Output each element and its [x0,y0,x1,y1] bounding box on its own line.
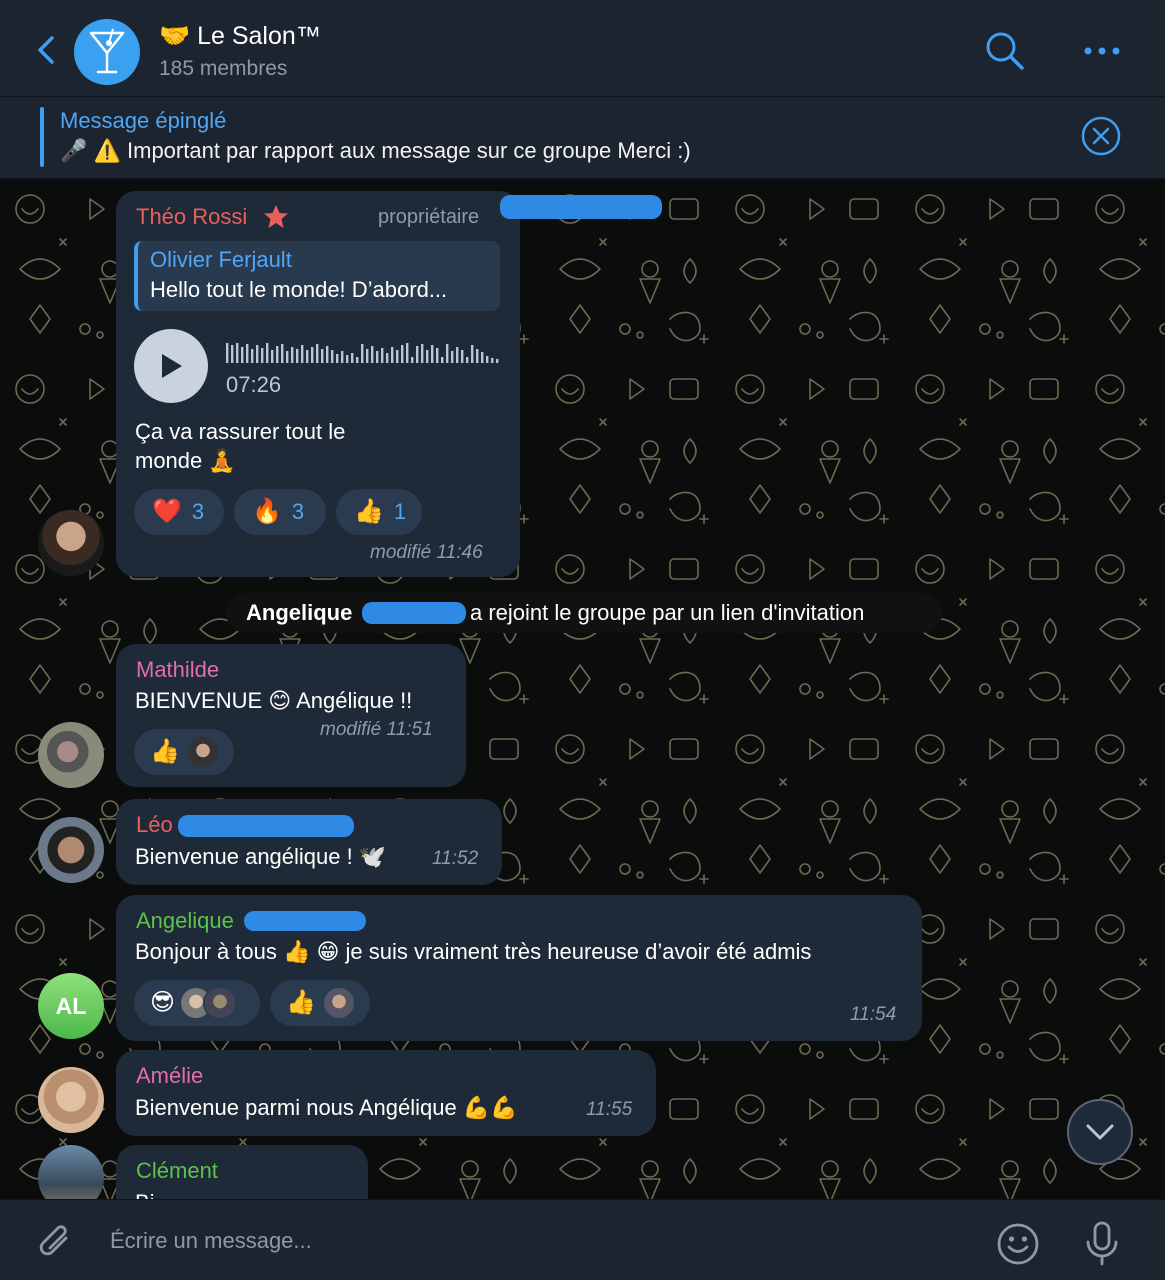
redacted-blur [244,911,366,931]
avatar-mathilde[interactable] [38,722,104,788]
message-text: BIENVENUE 😊 Angélique !! [135,688,413,713]
avatar-angelique[interactable]: AL [38,973,104,1039]
reaction-sunglasses[interactable]: 😎 [134,980,260,1026]
thumbs-up-emoji: 👍 [354,498,384,525]
close-pinned-icon[interactable] [1080,115,1122,157]
microphone-icon[interactable] [1082,1220,1122,1268]
reaction-count: 3 [191,499,205,524]
group-avatar[interactable] [74,19,140,85]
sunglasses-emoji: 😎 [150,989,176,1016]
thumbs-up-emoji: 👍 [150,738,180,765]
scroll-to-bottom-button[interactable] [1067,1099,1133,1165]
reactor-avatar [185,735,220,769]
pinned-message-bar[interactable]: Message épinglé 🎤 ⚠️ Important par rappo… [0,97,1165,179]
pinned-title: Message épinglé [60,108,227,133]
voice-duration: 07:26 [226,372,282,397]
message-bubble-amelie[interactable]: Amélie Bienvenue parmi nous Angélique 💪💪… [116,1050,656,1136]
telegram-app: 🤝 Le Salon™ 185 membres Message épinglé … [0,0,1165,1280]
more-options-icon[interactable] [1080,36,1124,66]
reaction-thumbs-up[interactable]: 👍 [134,729,234,775]
reaction-heart[interactable]: ❤️ 3 [134,489,224,535]
sender-name[interactable]: Angelique [136,908,234,934]
reaction-thumbs-up[interactable]: 👍 1 [336,489,422,535]
reaction-fire[interactable]: 🔥 3 [234,489,326,535]
message-time: modifié 11:46 [370,542,483,563]
reply-preview[interactable]: Olivier Ferjault Hello tout le monde! D’… [134,241,500,311]
thumbs-up-emoji: 👍 [286,989,316,1016]
pinned-accent-bar [40,107,44,167]
redacted-blur [500,195,662,219]
play-icon [162,354,182,378]
redacted-blur [178,815,354,837]
voice-waveform[interactable] [226,341,500,365]
reply-text: Hello tout le monde! D’abord... [150,277,448,302]
message-bubble-angelique[interactable]: Angelique Bonjour à tous 👍 😁 je suis vra… [116,895,922,1041]
star-icon [264,205,288,228]
back-chevron-icon[interactable] [30,30,62,70]
message-text: Bienvenue parmi nous Angélique 💪💪 [135,1095,518,1120]
emoji-smiley-icon[interactable] [996,1222,1040,1266]
message-input[interactable] [100,1216,960,1266]
service-name[interactable]: Angelique [246,600,352,626]
reaction-count: 1 [393,499,407,524]
member-count: 185 membres [159,57,288,80]
heart-emoji: ❤️ [152,498,182,525]
fire-emoji: 🔥 [252,498,282,525]
pinned-text: 🎤 ⚠️ Important par rapport aux message s… [60,138,691,163]
reaction-thumbs-up[interactable]: 👍 [270,980,370,1026]
chevron-down-icon [1086,1124,1114,1140]
sender-name[interactable]: Léo [136,812,173,838]
attach-paperclip-icon[interactable] [36,1222,76,1264]
avatar-amelie[interactable] [38,1067,104,1133]
avatar-initials: AL [55,992,87,1019]
reactor-avatar [321,986,356,1020]
message-time: 11:55 [586,1099,633,1120]
reply-author: Olivier Ferjault [150,247,292,272]
sender-name[interactable]: Mathilde [136,657,219,683]
search-icon[interactable] [984,30,1026,72]
avatar-theo[interactable] [38,510,104,576]
cocktail-glass-icon [89,28,125,74]
sender-name[interactable]: Clément [136,1158,218,1184]
sender-name[interactable]: Amélie [136,1063,203,1089]
chat-header: 🤝 Le Salon™ 185 membres [0,0,1165,97]
message-time: 11:54 [850,1004,897,1025]
message-text: Bi [135,1188,155,1199]
message-time: 11:52 [432,848,479,869]
message-bubble-leo[interactable]: Léo Bienvenue angélique ! 🕊️ 11:52 [116,799,502,885]
avatar-leo[interactable] [38,817,104,883]
reaction-count: 3 [291,499,305,524]
message-list[interactable]: Théo Rossi propriétaire Olivier Ferjault… [0,179,1165,1199]
admin-title: propriétaire [378,206,480,228]
service-text: a rejoint le groupe par un lien d'invita… [470,600,865,625]
sender-name[interactable]: Théo Rossi [136,204,247,230]
reactor-avatar [203,986,238,1020]
message-text-line1: Ça va rassurer tout le [135,419,346,444]
message-text: Bienvenue angélique ! 🕊️ [135,844,387,869]
play-button[interactable] [134,329,208,403]
message-text: Bonjour à tous 👍 😁 je suis vraiment très… [135,939,812,964]
service-message-joined: Angelique a rejoint le groupe par un lie… [226,593,942,633]
message-input-bar [0,1199,1165,1280]
message-text-line2: monde 🧘 [135,448,236,473]
group-title[interactable]: 🤝 Le Salon™ [159,22,321,51]
redacted-blur [362,602,466,624]
message-bubble-mathilde[interactable]: Mathilde BIENVENUE 😊 Angélique !! 👍 modi… [116,644,466,787]
message-time: modifié 11:51 [320,719,433,740]
message-bubble-theo[interactable]: Théo Rossi propriétaire Olivier Ferjault… [116,191,520,577]
message-bubble-clement[interactable]: Clément Bi [116,1145,368,1199]
